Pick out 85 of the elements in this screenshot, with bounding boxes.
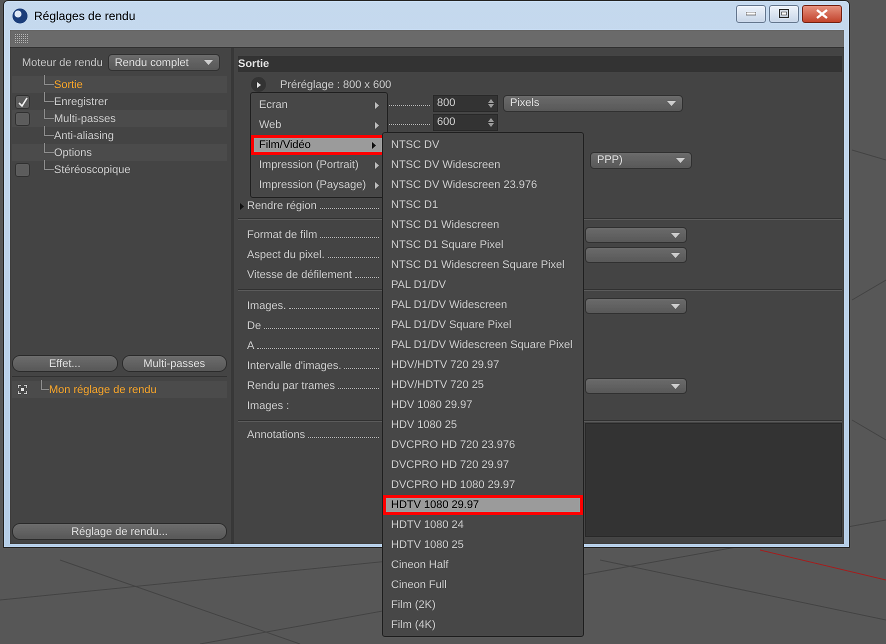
submenu-arrow-icon xyxy=(372,142,376,148)
field-label: Images. xyxy=(247,300,286,312)
expand-arrow-icon[interactable] xyxy=(240,202,244,210)
checkbox[interactable] xyxy=(15,112,30,126)
submenu-arrow-icon xyxy=(375,122,379,128)
dropdown[interactable] xyxy=(585,378,687,394)
checkbox[interactable] xyxy=(15,162,30,176)
dropdown-arrow-icon xyxy=(671,384,680,388)
focus-icon xyxy=(18,385,27,394)
minimize-button[interactable] xyxy=(736,4,766,22)
minimize-icon xyxy=(746,12,756,16)
menu-item[interactable]: DVCPRO HD 720 23.976 xyxy=(383,435,583,455)
dropdown[interactable] xyxy=(585,298,687,314)
menu-item[interactable]: NTSC D1 Square Pixel xyxy=(383,235,583,255)
menu-item[interactable]: Ecran xyxy=(251,95,387,115)
menu-item[interactable]: NTSC D1 xyxy=(383,195,583,215)
field-label: Aspect du pixel. xyxy=(247,249,325,261)
menu-item[interactable]: Cineon Full xyxy=(383,575,583,595)
dropdown-arrow-icon xyxy=(671,252,680,258)
preset-button[interactable] xyxy=(251,77,266,92)
dropdown-arrow-icon xyxy=(671,232,680,238)
sphere-icon xyxy=(12,8,28,24)
panel-button[interactable]: Multi-passes xyxy=(122,355,228,372)
field-label: Format de film xyxy=(247,229,318,241)
menu-item[interactable]: Film (2K) xyxy=(383,595,583,615)
dropdown-arrow-icon xyxy=(204,60,213,65)
panel-button[interactable]: Effet... xyxy=(12,355,118,372)
dropdown-arrow-icon xyxy=(667,100,676,106)
menu-item[interactable]: HDV/HDTV 720 25 xyxy=(383,375,583,395)
maximize-button[interactable] xyxy=(769,4,799,22)
spinner-arrows-icon xyxy=(488,98,494,108)
submenu-arrow-icon xyxy=(375,102,379,108)
menu-item[interactable]: PAL D1/DV Widescreen Square Pixel xyxy=(383,335,583,355)
menu-item[interactable]: DVCPRO HD 1080 29.97 xyxy=(383,475,583,495)
menu-item[interactable]: Film (4K) xyxy=(383,615,583,635)
settings-tree-item[interactable]: Enregistrer xyxy=(54,96,108,108)
dropdown[interactable] xyxy=(585,227,687,243)
menu-item[interactable]: NTSC D1 Widescreen xyxy=(383,215,583,235)
menu-item[interactable]: HDV 1080 25 xyxy=(383,415,583,435)
field-label: Rendre région xyxy=(247,200,317,212)
resolution-unit-dropdown[interactable]: PPP) xyxy=(590,152,692,168)
menu-item[interactable]: HDTV 1080 29.97 xyxy=(383,495,583,515)
dropdown-arrow-icon xyxy=(676,158,685,162)
dropdown[interactable] xyxy=(585,247,687,263)
settings-tree-item[interactable]: Anti-aliasing xyxy=(54,130,114,142)
menu-item[interactable]: HDTV 1080 24 xyxy=(383,515,583,535)
checkbox[interactable] xyxy=(15,94,30,108)
dropdown-arrow-icon xyxy=(671,304,680,308)
settings-tree-item[interactable]: Stéréoscopique xyxy=(54,164,130,176)
field-label: Vitesse de défilement xyxy=(247,269,352,281)
menu-item[interactable]: HDTV 1080 25 xyxy=(383,535,583,555)
menu-item[interactable]: Web xyxy=(251,115,387,135)
field-label: Intervalle d'images. xyxy=(247,360,342,372)
settings-tree-item[interactable]: Sortie xyxy=(54,78,83,90)
menu-item[interactable]: PAL D1/DV Widescreen xyxy=(383,295,583,315)
field-label: Rendu par trames xyxy=(247,380,336,392)
section-header: Sortie xyxy=(238,56,842,72)
submenu-arrow-icon xyxy=(375,182,379,188)
render-engine-label: Moteur de rendu xyxy=(22,56,103,68)
menu-item[interactable]: PAL D1/DV Square Pixel xyxy=(383,315,583,335)
submenu-arrow-icon xyxy=(375,162,379,168)
preset-label: Préréglage : 800 x 600 xyxy=(280,78,392,90)
play-icon xyxy=(256,82,260,88)
spinner-arrows-icon xyxy=(488,118,494,126)
menu-item[interactable]: HDV/HDTV 720 29.97 xyxy=(383,355,583,375)
maximize-icon xyxy=(779,9,789,18)
menu-item[interactable]: NTSC D1 Widescreen Square Pixel xyxy=(383,255,583,275)
annotations-field[interactable] xyxy=(585,423,842,537)
number-field[interactable]: 800 xyxy=(433,94,498,112)
render-engine-dropdown[interactable]: Rendu complet xyxy=(108,54,220,71)
field-label: A xyxy=(247,340,254,352)
render-settings-button[interactable]: Réglage de rendu... xyxy=(12,523,228,540)
number-field[interactable]: 600 xyxy=(433,114,498,130)
settings-tree-item[interactable]: Options xyxy=(54,146,92,158)
menu-item[interactable]: HDV 1080 29.97 xyxy=(383,395,583,415)
field-label: Annotations xyxy=(247,429,306,441)
field-label: Images : xyxy=(247,400,290,412)
menu-item[interactable]: PAL D1/DV xyxy=(383,275,583,295)
close-button[interactable] xyxy=(802,4,842,22)
menu-item[interactable]: Cineon Half xyxy=(383,555,583,575)
close-icon xyxy=(816,8,828,18)
field-label: De xyxy=(247,320,262,332)
menu-item[interactable]: DVCPRO HD 720 29.97 xyxy=(383,455,583,475)
unit-dropdown[interactable]: Pixels xyxy=(503,94,683,112)
window-title: Réglages de rendu xyxy=(34,8,136,22)
